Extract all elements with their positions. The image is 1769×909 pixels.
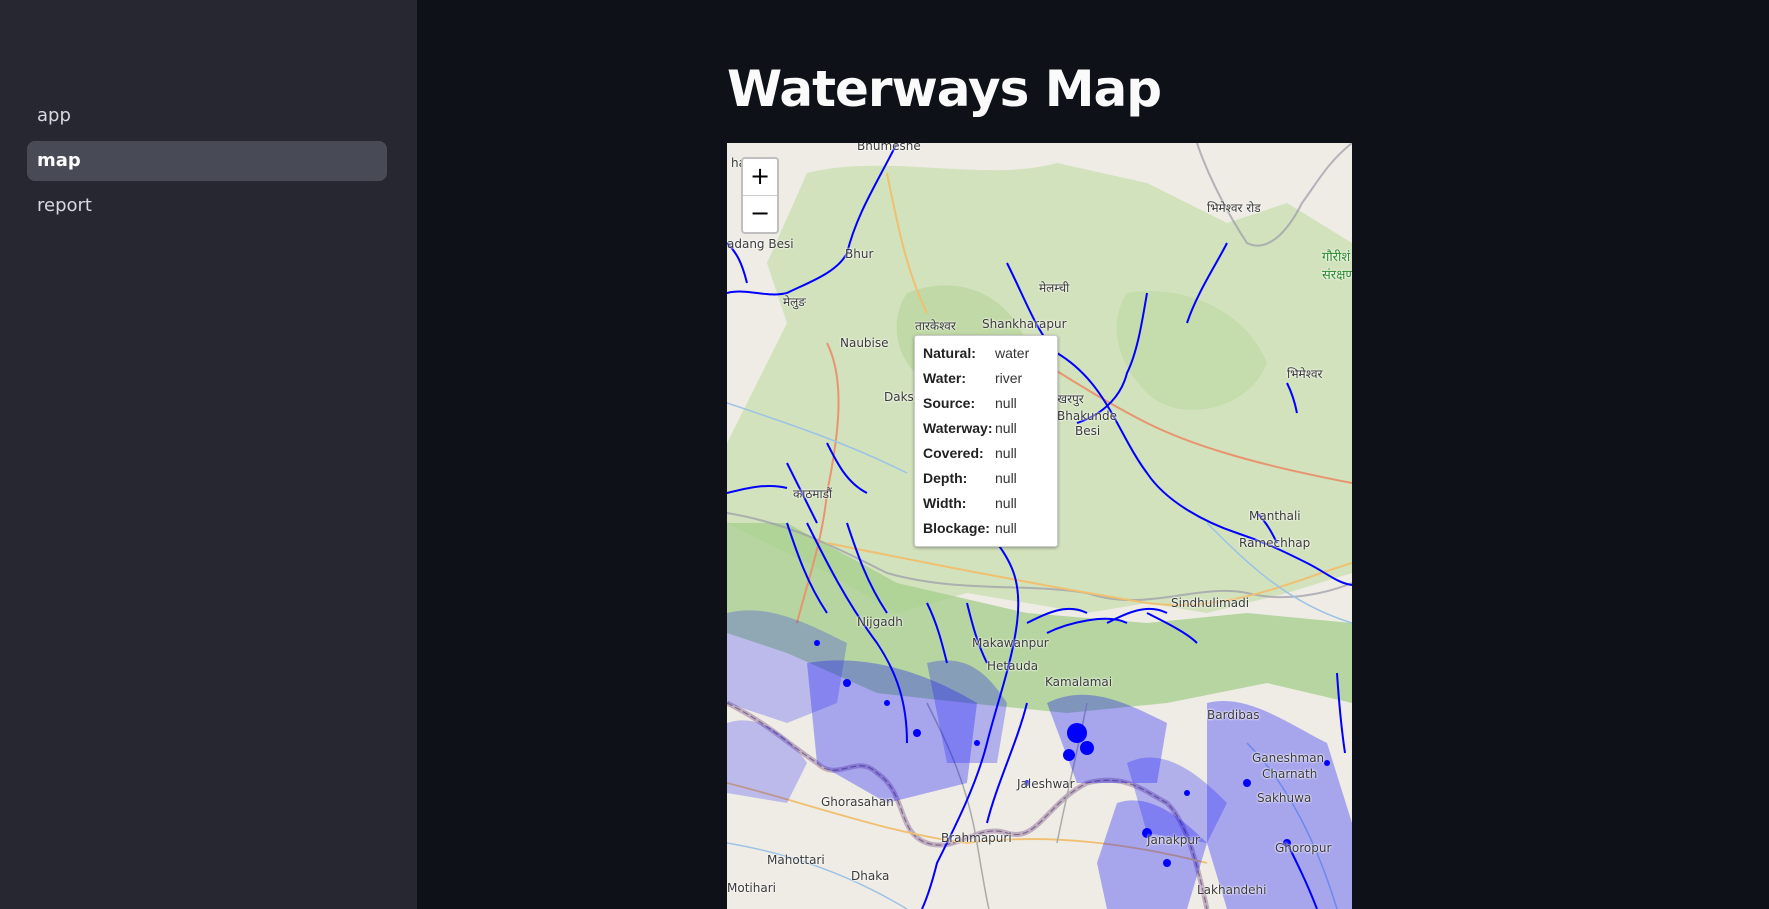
tooltip-row: Blockage: null: [923, 516, 1049, 541]
place-label: Janakpur: [1147, 833, 1200, 847]
place-label: Naubise: [840, 336, 889, 350]
place-label: गौरीशं: [1322, 250, 1351, 265]
tooltip-value: null: [995, 420, 1017, 436]
zoom-out-button[interactable]: −: [743, 195, 777, 232]
place-label: Nijgadh: [857, 615, 903, 629]
page-title: Waterways Map: [727, 60, 1162, 118]
tooltip-row: Depth: null: [923, 466, 1049, 491]
zoom-control: + −: [741, 157, 779, 234]
tooltip-value: river: [995, 370, 1023, 386]
place-label: काठमाडौं: [793, 487, 833, 501]
tooltip-row: Waterway: null: [923, 416, 1049, 441]
place-label: Shankharapur: [982, 317, 1067, 331]
tooltip-value: water: [995, 345, 1030, 361]
place-label: Kamalamai: [1045, 675, 1113, 689]
tooltip-key: Waterway:: [923, 420, 993, 436]
tooltip-row: Natural: water: [923, 341, 1049, 366]
place-label: Jaleshwar: [1017, 777, 1075, 791]
tooltip-key: Width:: [923, 495, 967, 511]
tooltip-value: null: [995, 395, 1017, 411]
sidebar-item-report[interactable]: report: [27, 186, 387, 226]
tooltip-row: Covered: null: [923, 441, 1049, 466]
sidebar-nav: app map report: [27, 96, 387, 231]
place-label: Sindhulimadi: [1171, 596, 1250, 610]
place-label: भिमेश्वर: [1287, 367, 1323, 381]
tooltip-row: Water: river: [923, 366, 1049, 391]
place-label: मेलम्ची: [1039, 281, 1070, 295]
waterways-map[interactable]: harka Bhumeshe adang Besi Bhur मेलुङ मेल…: [727, 143, 1352, 909]
place-label: Sakhuwa: [1257, 791, 1312, 805]
place-label: adang Besi: [727, 237, 794, 251]
main-content: Waterways Map Bhumeshe adang Besi Bhur म…: [417, 0, 1769, 909]
place-label: Mahottari: [767, 853, 825, 867]
place-label: Bardibas: [1207, 708, 1260, 722]
place-label: Bhakunde: [1057, 409, 1117, 423]
place-label: Charnath: [1262, 767, 1318, 781]
tooltip-value: null: [995, 520, 1017, 536]
place-label: संरक्षण: [1322, 268, 1352, 283]
tooltip-key: Water:: [923, 370, 967, 386]
place-label: Dhaka: [851, 869, 890, 883]
place-label: भिमेश्वर रोड: [1207, 201, 1261, 215]
tooltip-row: Width: null: [923, 491, 1049, 516]
tooltip-key: Natural:: [923, 345, 976, 361]
place-label: Makawanpur: [972, 636, 1049, 650]
tooltip-value: null: [995, 470, 1017, 486]
tooltip-row: Source: null: [923, 391, 1049, 416]
tooltip-key: Blockage:: [923, 520, 990, 536]
place-label: मेलुङ: [783, 295, 806, 309]
place-label: Ganeshman: [1252, 751, 1325, 765]
tooltip-key: Depth:: [923, 470, 968, 486]
place-label: Ghoropur: [1275, 841, 1332, 855]
place-label: Ghorasahan: [821, 795, 894, 809]
place-label: Brahmapuri: [941, 831, 1012, 845]
zoom-in-button[interactable]: +: [743, 159, 777, 195]
place-label: Ramechhap: [1239, 536, 1311, 550]
sidebar-item-app[interactable]: app: [27, 96, 387, 136]
feature-tooltip: Natural: water Water: river Source: null…: [914, 335, 1058, 547]
sidebar-item-map[interactable]: map: [27, 141, 387, 181]
place-label: Bhumeshe: [857, 143, 921, 153]
place-label: Lakhandehi: [1197, 883, 1267, 897]
place-label: Besi: [1075, 424, 1101, 438]
tooltip-value: null: [995, 445, 1017, 461]
place-label: Bhur: [845, 247, 874, 261]
tooltip-value: null: [995, 495, 1017, 511]
place-label: Manthali: [1249, 509, 1301, 523]
place-label: Motihari: [727, 881, 776, 895]
place-label: तारकेश्वर: [915, 319, 956, 333]
place-label: Hetauda: [987, 659, 1039, 673]
tooltip-key: Source:: [923, 395, 976, 411]
sidebar: app map report: [0, 0, 417, 909]
tooltip-key: Covered:: [923, 445, 984, 461]
